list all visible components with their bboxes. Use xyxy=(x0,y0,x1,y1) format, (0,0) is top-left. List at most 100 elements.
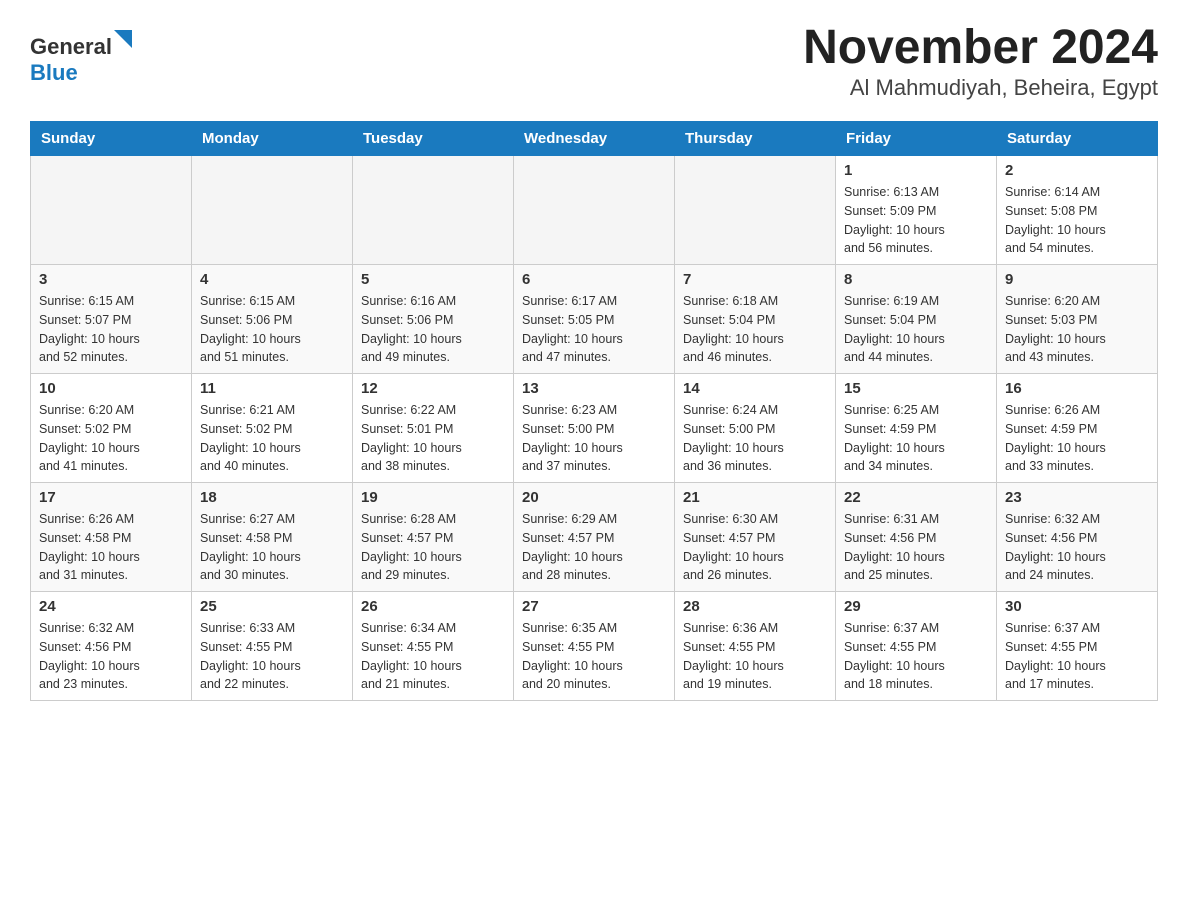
calendar-cell: 21 Sunrise: 6:30 AMSunset: 4:57 PMDayligh… xyxy=(675,483,836,592)
calendar-cell: 4Sunrise: 6:15 AMSunset: 5:06 PMDaylight… xyxy=(192,265,353,374)
calendar-cell: 5 Sunrise: 6:16 AMSunset: 5:06 PMDaylight… xyxy=(353,265,514,374)
day-number: 17 xyxy=(39,489,183,506)
calendar-cell: 25 Sunrise: 6:33 AMSunset: 4:55 PMDayligh… xyxy=(192,592,353,701)
day-number: 2 xyxy=(1005,162,1149,179)
day-info: Sunrise: 6:18 AMSunset: 5:04 PMDaylight:… xyxy=(683,292,827,367)
calendar-header-thursday: Thursday xyxy=(675,122,836,156)
calendar-header-monday: Monday xyxy=(192,122,353,156)
day-number: 24 xyxy=(39,598,183,615)
calendar-header-friday: Friday xyxy=(836,122,997,156)
day-number: 30 xyxy=(1005,598,1149,615)
calendar-week-4: 17Sunrise: 6:26 AMSunset: 4:58 PMDayligh… xyxy=(31,483,1158,592)
calendar-cell: 26Sunrise: 6:34 AMSunset: 4:55 PMDayligh… xyxy=(353,592,514,701)
day-info: Sunrise: 6:20 AMSunset: 5:03 PMDaylight:… xyxy=(1005,292,1149,367)
day-info: Sunrise: 6:13 AMSunset: 5:09 PMDaylight:… xyxy=(844,183,988,258)
calendar-cell: 2 Sunrise: 6:14 AMSunset: 5:08 PMDaylight… xyxy=(997,156,1158,265)
day-number: 20 xyxy=(522,489,666,506)
calendar-cell xyxy=(353,156,514,265)
logo-blue-text: Blue xyxy=(30,60,78,86)
day-info: Sunrise: 6:15 AMSunset: 5:07 PMDaylight:… xyxy=(39,292,183,367)
calendar-week-5: 24 Sunrise: 6:32 AMSunset: 4:56 PMDayligh… xyxy=(31,592,1158,701)
calendar-cell: 30 Sunrise: 6:37 AMSunset: 4:55 PMDayligh… xyxy=(997,592,1158,701)
day-number: 1 xyxy=(844,162,988,179)
day-number: 13 xyxy=(522,380,666,397)
calendar-subtitle: Al Mahmudiyah, Beheira, Egypt xyxy=(803,75,1158,101)
calendar-cell xyxy=(31,156,192,265)
day-number: 4 xyxy=(200,271,344,288)
calendar-cell: 28Sunrise: 6:36 AMSunset: 4:55 PMDayligh… xyxy=(675,592,836,701)
day-info: Sunrise: 6:37 AMSunset: 4:55 PMDaylight:… xyxy=(844,619,988,694)
day-number: 23 xyxy=(1005,489,1149,506)
calendar-cell: 14Sunrise: 6:24 AMSunset: 5:00 PMDayligh… xyxy=(675,374,836,483)
day-number: 25 xyxy=(200,598,344,615)
calendar-week-3: 10 Sunrise: 6:20 AMSunset: 5:02 PMDayligh… xyxy=(31,374,1158,483)
day-info: Sunrise: 6:25 AMSunset: 4:59 PMDaylight:… xyxy=(844,401,988,476)
day-number: 26 xyxy=(361,598,505,615)
day-number: 8 xyxy=(844,271,988,288)
day-number: 6 xyxy=(522,271,666,288)
day-number: 28 xyxy=(683,598,827,615)
day-info: Sunrise: 6:30 AMSunset: 4:57 PMDaylight:… xyxy=(683,510,827,585)
calendar-cell xyxy=(514,156,675,265)
day-number: 21 xyxy=(683,489,827,506)
calendar-cell: 15 Sunrise: 6:25 AMSunset: 4:59 PMDayligh… xyxy=(836,374,997,483)
calendar-cell: 12 Sunrise: 6:22 AMSunset: 5:01 PMDayligh… xyxy=(353,374,514,483)
day-info: Sunrise: 6:20 AMSunset: 5:02 PMDaylight:… xyxy=(39,401,183,476)
calendar-header-sunday: Sunday xyxy=(31,122,192,156)
day-info: Sunrise: 6:27 AMSunset: 4:58 PMDaylight:… xyxy=(200,510,344,585)
calendar-header-row: SundayMondayTuesdayWednesdayThursdayFrid… xyxy=(31,122,1158,156)
calendar-cell: 17Sunrise: 6:26 AMSunset: 4:58 PMDayligh… xyxy=(31,483,192,592)
day-info: Sunrise: 6:32 AMSunset: 4:56 PMDaylight:… xyxy=(1005,510,1149,585)
day-info: Sunrise: 6:14 AMSunset: 5:08 PMDaylight:… xyxy=(1005,183,1149,258)
calendar-week-2: 3Sunrise: 6:15 AMSunset: 5:07 PMDaylight… xyxy=(31,265,1158,374)
day-info: Sunrise: 6:29 AMSunset: 4:57 PMDaylight:… xyxy=(522,510,666,585)
day-info: Sunrise: 6:17 AMSunset: 5:05 PMDaylight:… xyxy=(522,292,666,367)
calendar-header-wednesday: Wednesday xyxy=(514,122,675,156)
calendar-cell: 6 Sunrise: 6:17 AMSunset: 5:05 PMDaylight… xyxy=(514,265,675,374)
calendar-cell xyxy=(675,156,836,265)
day-number: 16 xyxy=(1005,380,1149,397)
day-number: 19 xyxy=(361,489,505,506)
day-number: 9 xyxy=(1005,271,1149,288)
calendar-cell: 1 Sunrise: 6:13 AMSunset: 5:09 PMDaylight… xyxy=(836,156,997,265)
day-number: 7 xyxy=(683,271,827,288)
calendar-cell: 29 Sunrise: 6:37 AMSunset: 4:55 PMDayligh… xyxy=(836,592,997,701)
day-number: 10 xyxy=(39,380,183,397)
day-info: Sunrise: 6:32 AMSunset: 4:56 PMDaylight:… xyxy=(39,619,183,694)
day-number: 12 xyxy=(361,380,505,397)
day-number: 27 xyxy=(522,598,666,615)
day-info: Sunrise: 6:16 AMSunset: 5:06 PMDaylight:… xyxy=(361,292,505,367)
day-info: Sunrise: 6:21 AMSunset: 5:02 PMDaylight:… xyxy=(200,401,344,476)
calendar-header-tuesday: Tuesday xyxy=(353,122,514,156)
calendar-week-1: 1 Sunrise: 6:13 AMSunset: 5:09 PMDaylight… xyxy=(31,156,1158,265)
day-info: Sunrise: 6:33 AMSunset: 4:55 PMDaylight:… xyxy=(200,619,344,694)
day-number: 18 xyxy=(200,489,344,506)
calendar-cell: 3Sunrise: 6:15 AMSunset: 5:07 PMDaylight… xyxy=(31,265,192,374)
calendar-cell: 27 Sunrise: 6:35 AMSunset: 4:55 PMDayligh… xyxy=(514,592,675,701)
calendar-cell: 23 Sunrise: 6:32 AMSunset: 4:56 PMDayligh… xyxy=(997,483,1158,592)
calendar-title: November 2024 xyxy=(803,20,1158,75)
day-number: 15 xyxy=(844,380,988,397)
calendar-cell: 8Sunrise: 6:19 AMSunset: 5:04 PMDaylight… xyxy=(836,265,997,374)
calendar-cell: 18 Sunrise: 6:27 AMSunset: 4:58 PMDayligh… xyxy=(192,483,353,592)
calendar-cell: 11 Sunrise: 6:21 AMSunset: 5:02 PMDayligh… xyxy=(192,374,353,483)
calendar-header-saturday: Saturday xyxy=(997,122,1158,156)
day-number: 29 xyxy=(844,598,988,615)
day-info: Sunrise: 6:37 AMSunset: 4:55 PMDaylight:… xyxy=(1005,619,1149,694)
day-info: Sunrise: 6:31 AMSunset: 4:56 PMDaylight:… xyxy=(844,510,988,585)
day-info: Sunrise: 6:28 AMSunset: 4:57 PMDaylight:… xyxy=(361,510,505,585)
day-info: Sunrise: 6:24 AMSunset: 5:00 PMDaylight:… xyxy=(683,401,827,476)
day-info: Sunrise: 6:35 AMSunset: 4:55 PMDaylight:… xyxy=(522,619,666,694)
calendar-cell: 16Sunrise: 6:26 AMSunset: 4:59 PMDayligh… xyxy=(997,374,1158,483)
calendar-cell: 22 Sunrise: 6:31 AMSunset: 4:56 PMDayligh… xyxy=(836,483,997,592)
day-number: 5 xyxy=(361,271,505,288)
day-info: Sunrise: 6:22 AMSunset: 5:01 PMDaylight:… xyxy=(361,401,505,476)
calendar-cell: 9 Sunrise: 6:20 AMSunset: 5:03 PMDaylight… xyxy=(997,265,1158,374)
calendar-cell: 13Sunrise: 6:23 AMSunset: 5:00 PMDayligh… xyxy=(514,374,675,483)
calendar-table: SundayMondayTuesdayWednesdayThursdayFrid… xyxy=(30,121,1158,701)
calendar-cell: 24 Sunrise: 6:32 AMSunset: 4:56 PMDayligh… xyxy=(31,592,192,701)
calendar-cell: 19 Sunrise: 6:28 AMSunset: 4:57 PMDayligh… xyxy=(353,483,514,592)
page-header: General Blue November 2024 Al Mahmudiyah… xyxy=(30,20,1158,101)
day-number: 11 xyxy=(200,380,344,397)
day-number: 22 xyxy=(844,489,988,506)
